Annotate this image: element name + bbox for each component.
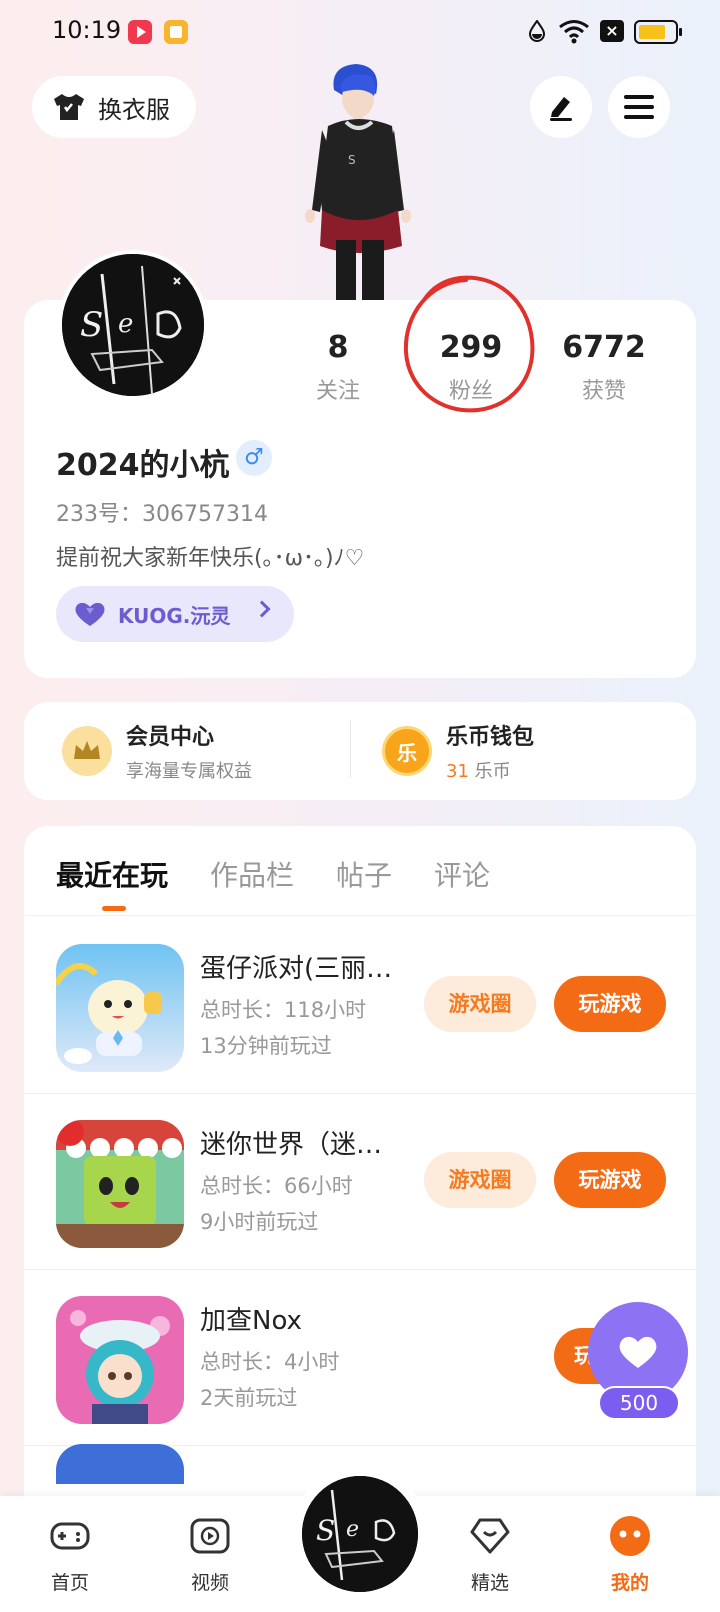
nav-mine-label: 我的	[610, 1572, 649, 1594]
content-tabs: 最近在玩 作品栏 帖子 评论	[24, 826, 696, 916]
hamburger-icon	[624, 95, 654, 119]
game-duration: 总时长：66小时	[200, 1174, 353, 1198]
game-name: 蛋仔派对(三丽…	[200, 954, 393, 984]
game-duration: 总时长：118小时	[200, 998, 367, 1022]
vip-title: 会员中心	[126, 725, 215, 750]
game-last-played: 9小时前玩过	[200, 1210, 319, 1234]
sim-x-icon: ×	[600, 20, 624, 42]
play-game-button[interactable]: 玩游戏	[554, 976, 666, 1032]
nav-home-label: 首页	[50, 1572, 89, 1594]
heart-badge-icon	[75, 602, 105, 626]
floating-like-widget[interactable]: 500	[588, 1302, 688, 1422]
active-tab-indicator	[102, 906, 126, 911]
likes-stat[interactable]: 6772 获赞	[544, 330, 664, 405]
following-stat[interactable]: 8 关注	[278, 330, 398, 405]
tab-works[interactable]: 作品栏	[210, 854, 294, 894]
svg-text:e: e	[118, 309, 133, 339]
svg-text:S: S	[348, 153, 356, 167]
smile-face-icon	[610, 1516, 650, 1556]
nav-center-avatar[interactable]: S e	[302, 1476, 418, 1592]
change-outfit-label: 换衣服	[98, 95, 170, 124]
game-name: 迷你世界（迷…	[200, 1130, 383, 1160]
avatar-character-figure[interactable]: S	[300, 60, 420, 300]
video-play-icon	[190, 1518, 230, 1554]
game-last-played: 2天前玩过	[200, 1386, 298, 1410]
nav-mine[interactable]: 我的	[590, 1514, 670, 1595]
wallet-unit: 乐币	[468, 761, 511, 782]
heart-diamond-icon	[470, 1518, 510, 1554]
wallet-amount: 31	[446, 761, 469, 782]
video-app-icon	[128, 20, 152, 44]
profile-avatar[interactable]: S e	[58, 250, 208, 400]
likes-label: 获赞	[581, 379, 626, 404]
game-circle-button[interactable]: 游戏圈	[424, 976, 536, 1032]
following-count: 8	[327, 330, 349, 365]
nav-video[interactable]: 视频	[170, 1514, 250, 1595]
game-name: 加查Nox	[200, 1306, 302, 1336]
nav-video-label: 视频	[190, 1572, 229, 1594]
status-time: 10:19	[52, 16, 122, 44]
coin-wallet-entry[interactable]: 乐 乐币钱包 31 乐币	[382, 702, 534, 800]
book-app-icon	[164, 20, 188, 44]
nav-home[interactable]: 首页	[30, 1514, 110, 1595]
member-divider	[350, 720, 351, 778]
change-outfit-button[interactable]: 换衣服	[32, 76, 196, 138]
tab-recently-played[interactable]: 最近在玩	[56, 854, 168, 894]
guild-name: KUOG.沅灵	[118, 603, 231, 628]
battery-icon	[634, 20, 682, 44]
avatar-graffiti-image: S e	[302, 1476, 418, 1592]
game-circle-button[interactable]: 游戏圈	[424, 1152, 536, 1208]
vip-center-entry[interactable]: 会员中心 享海量专属权益	[62, 702, 252, 800]
game-last-played: 13分钟前玩过	[200, 1034, 332, 1058]
gamepad-icon	[50, 1522, 90, 1550]
eggy-party-game-icon	[56, 944, 184, 1072]
pen-icon	[550, 97, 572, 121]
edit-button[interactable]	[530, 76, 592, 138]
crown-icon	[62, 726, 112, 776]
svg-text:S: S	[80, 305, 103, 345]
status-bar: 10:19 ×	[0, 0, 720, 64]
game-duration: 总时长：4小时	[200, 1350, 340, 1374]
coin-icon-char: 乐	[397, 740, 417, 765]
wallet-title: 乐币钱包	[446, 725, 535, 750]
gacha-nox-game-icon	[56, 1296, 184, 1424]
following-label: 关注	[315, 379, 360, 404]
coin-icon: 乐	[382, 726, 432, 776]
vip-subtitle: 享海量专属权益	[126, 761, 252, 782]
gender-male-icon: ♂	[236, 440, 272, 476]
play-game-button[interactable]: 玩游戏	[554, 1152, 666, 1208]
wifi-icon	[559, 20, 589, 44]
mini-world-game-icon	[56, 1120, 184, 1248]
game-row[interactable]: 迷你世界（迷… 总时长：66小时 9小时前玩过 游戏圈 玩游戏	[24, 1094, 696, 1270]
svg-text:S: S	[316, 1514, 335, 1547]
nav-featured[interactable]: 精选	[450, 1514, 530, 1595]
like-count: 500	[598, 1386, 680, 1420]
tab-posts[interactable]: 帖子	[336, 854, 392, 894]
chevron-right-icon	[253, 600, 271, 618]
nav-featured-label: 精选	[470, 1572, 509, 1594]
game-icon-partial	[56, 1444, 184, 1484]
tab-comments[interactable]: 评论	[434, 854, 490, 894]
game-row[interactable]: 蛋仔派对(三丽… 总时长：118小时 13分钟前玩过 游戏圈 玩游戏	[24, 918, 696, 1094]
user-bio: 提前祝大家新年快乐(｡･ω･｡)ﾉ♡	[56, 546, 365, 571]
shirt-icon	[54, 94, 84, 120]
user-id: 233号：306757314	[56, 502, 268, 527]
drop-icon	[528, 20, 546, 42]
guild-button[interactable]: KUOG.沅灵	[56, 586, 294, 642]
svg-text:e: e	[346, 1517, 359, 1542]
menu-button[interactable]	[608, 76, 670, 138]
likes-count: 6772	[562, 330, 646, 365]
red-circle-annotation	[403, 275, 535, 413]
username: 2024的小杭	[56, 448, 230, 483]
